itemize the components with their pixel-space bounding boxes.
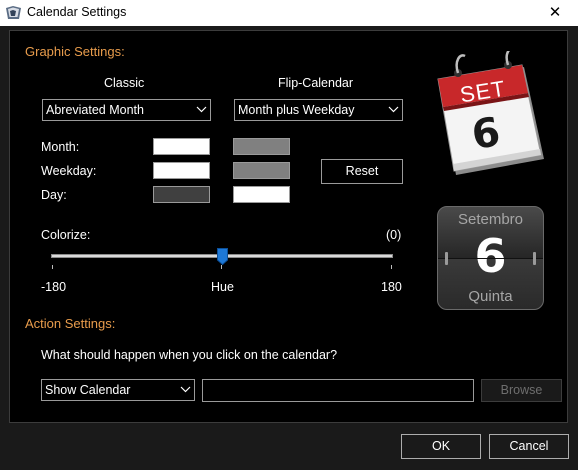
title-bar: Calendar Settings ✕: [0, 0, 578, 26]
flip-calendar-label: Flip-Calendar: [278, 76, 354, 90]
colorize-label: Colorize:: [41, 228, 91, 242]
flip-calendar-preview: Setembro 6 Quinta: [437, 206, 544, 310]
flip-format-select[interactable]: Month plus Weekday: [234, 99, 403, 121]
slider-min-label: -180: [41, 280, 67, 294]
browse-button[interactable]: Browse: [481, 379, 562, 402]
hue-slider-thumb[interactable]: [216, 248, 228, 266]
chevron-down-icon: [192, 100, 210, 120]
action-settings-heading: Action Settings:: [25, 316, 116, 331]
close-icon[interactable]: ✕: [532, 0, 578, 26]
slider-mid-label: Hue: [211, 280, 234, 294]
cancel-button[interactable]: Cancel: [489, 434, 569, 459]
settings-panel: Graphic Settings: Classic Flip-Calendar …: [9, 30, 568, 423]
weekday-color-label: Weekday:: [41, 164, 97, 178]
reset-button[interactable]: Reset: [321, 159, 403, 184]
month-color-label: Month:: [41, 140, 80, 154]
slider-tick: [391, 265, 392, 269]
click-action-value: Show Calendar: [45, 383, 131, 397]
slider-max-label: 180: [381, 280, 402, 294]
classic-weekday-color-swatch[interactable]: [153, 162, 210, 179]
classic-month-color-swatch[interactable]: [153, 138, 210, 155]
flip-preview-month: Setembro: [457, 211, 524, 228]
classic-label: Classic: [104, 76, 145, 90]
graphic-settings-heading: Graphic Settings:: [25, 44, 125, 59]
flip-hinge: [533, 252, 536, 265]
colorize-value: (0): [386, 228, 402, 242]
click-action-select[interactable]: Show Calendar: [41, 379, 195, 401]
calendar-app-icon: [5, 5, 22, 21]
flip-preview-day: 6: [474, 229, 507, 283]
flip-day-color-swatch[interactable]: [233, 186, 290, 203]
flip-preview-weekday: Quinta: [468, 288, 513, 305]
classic-day-color-swatch[interactable]: [153, 186, 210, 203]
flip-hinge: [445, 252, 448, 265]
flip-divider: [438, 258, 543, 259]
slider-tick: [52, 265, 53, 269]
slider-tick: [221, 265, 222, 269]
chevron-down-icon: [384, 100, 402, 120]
action-question: What should happen when you click on the…: [41, 348, 338, 362]
flip-month-color-swatch[interactable]: [233, 138, 290, 155]
flip-format-value: Month plus Weekday: [238, 103, 355, 117]
classic-format-select[interactable]: Abreviated Month: [42, 99, 211, 121]
classic-format-value: Abreviated Month: [46, 103, 144, 117]
action-path-input[interactable]: [202, 379, 474, 402]
ok-button[interactable]: OK: [401, 434, 481, 459]
chevron-down-icon: [176, 380, 194, 400]
window-title: Calendar Settings: [27, 5, 127, 19]
flip-weekday-color-swatch[interactable]: [233, 162, 290, 179]
day-color-label: Day:: [41, 188, 67, 202]
classic-calendar-preview: SET 6: [430, 47, 550, 181]
